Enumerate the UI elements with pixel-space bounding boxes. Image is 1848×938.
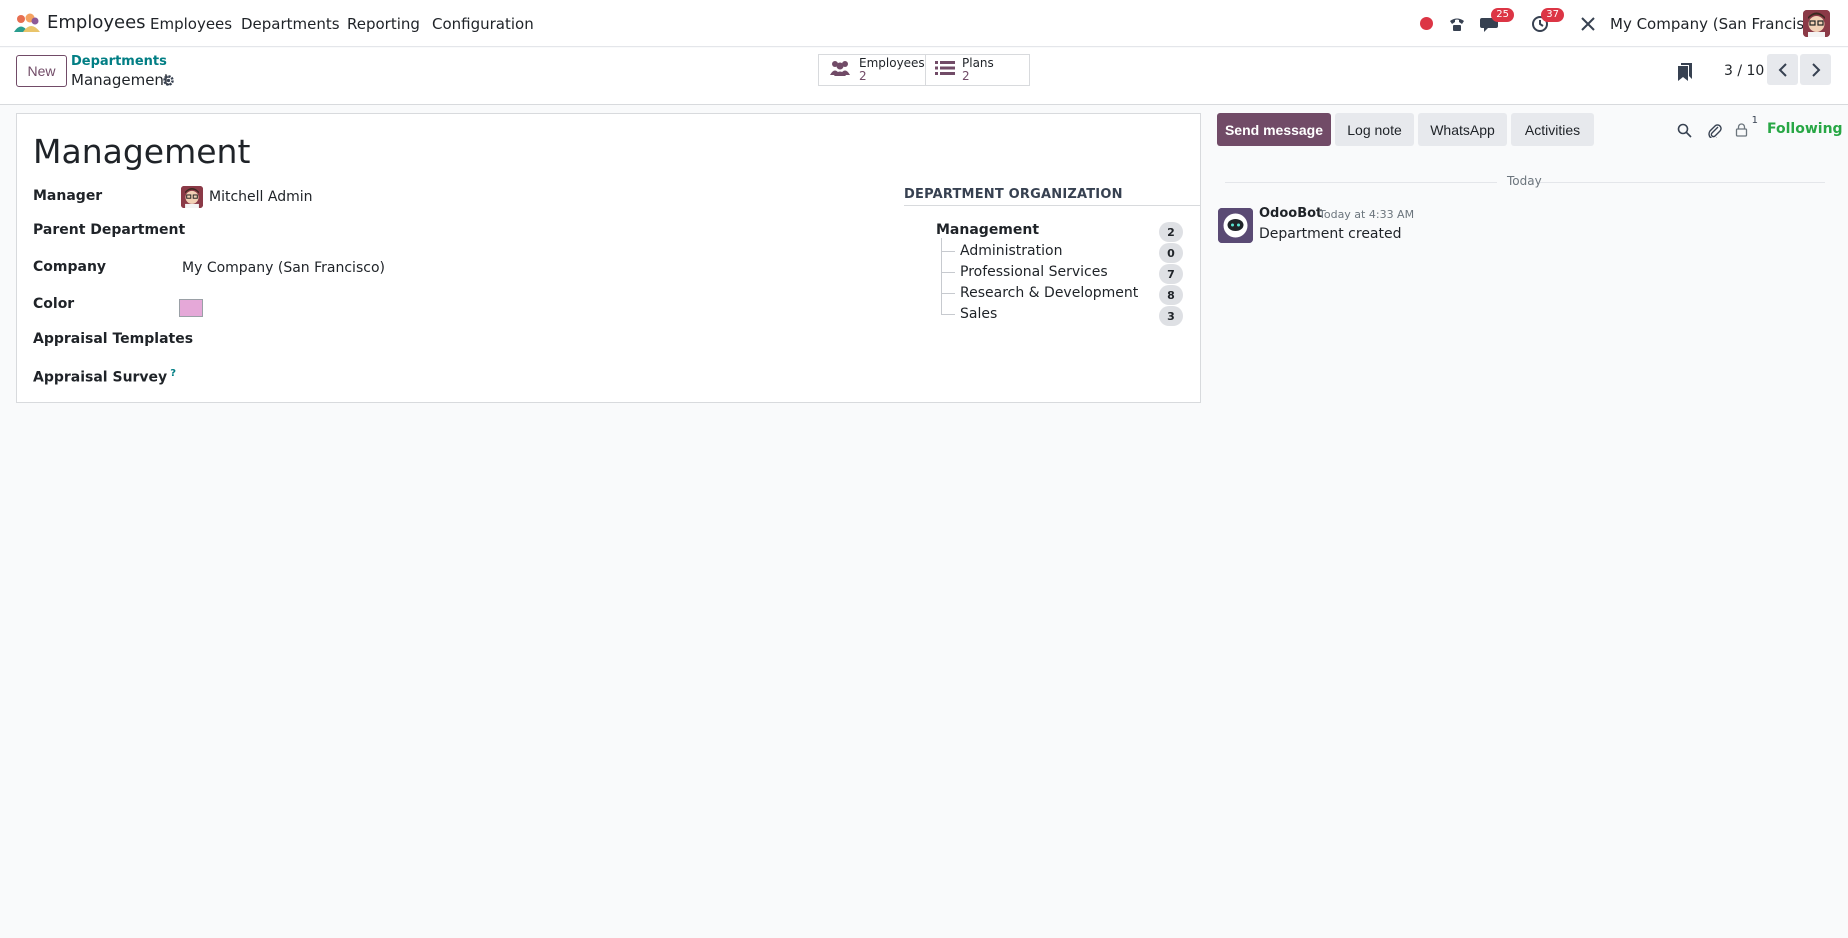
top-navbar: Employees Employees Departments Reportin… — [0, 0, 1848, 47]
org-child-count: 7 — [1159, 264, 1183, 284]
company-switcher[interactable]: My Company (San Francisco) — [1610, 15, 1827, 33]
bookmark-icon[interactable] — [1678, 63, 1692, 85]
recording-indicator[interactable] — [1420, 17, 1433, 30]
employees-smart-button[interactable]: Employees 2 — [818, 54, 926, 86]
date-separator-line — [1225, 182, 1497, 183]
pager-counter[interactable]: 3 / 10 — [1724, 63, 1764, 79]
date-separator: Today — [1507, 174, 1542, 188]
org-child-administration[interactable]: Administration — [960, 243, 1062, 259]
org-root-count: 2 — [1159, 222, 1183, 242]
appraisal-survey-label-text: Appraisal Survey — [33, 369, 168, 386]
search-icon[interactable] — [1673, 119, 1695, 141]
menu-reporting[interactable]: Reporting — [347, 15, 420, 33]
manager-label: Manager — [33, 188, 103, 204]
help-tooltip-icon[interactable]: ? — [170, 368, 176, 379]
message-author[interactable]: OdooBot — [1259, 206, 1322, 221]
org-child-count: 8 — [1159, 285, 1183, 305]
org-root-department[interactable]: Management — [936, 222, 1039, 238]
send-message-button[interactable]: Send message — [1217, 113, 1331, 146]
org-child-count: 3 — [1159, 306, 1183, 326]
phone-icon[interactable] — [1445, 12, 1469, 36]
org-child-research-development[interactable]: Research & Development — [960, 285, 1138, 301]
tree-connector — [941, 273, 955, 294]
paperclip-icon[interactable] — [1703, 119, 1725, 141]
app-logo-icon[interactable] — [13, 13, 41, 33]
followers-count: 1 — [1751, 115, 1758, 126]
appraisal-survey-label: Appraisal Survey? — [33, 368, 176, 386]
parent-department-field[interactable] — [182, 222, 582, 240]
org-child-sales[interactable]: Sales — [960, 306, 997, 322]
department-organization-heading: DEPARTMENT ORGANIZATION — [904, 187, 1123, 202]
new-button[interactable]: New — [16, 55, 67, 87]
users-icon — [829, 59, 851, 81]
whatsapp-button[interactable]: WhatsApp — [1418, 113, 1507, 146]
odoobot-avatar[interactable] — [1218, 208, 1253, 243]
tree-connector — [941, 294, 955, 315]
menu-departments[interactable]: Departments — [241, 15, 340, 33]
appraisal-templates-field[interactable] — [182, 331, 582, 349]
parent-department-label: Parent Department — [33, 222, 186, 238]
pager-previous-button[interactable] — [1767, 54, 1798, 85]
color-field[interactable] — [179, 299, 203, 317]
plans-smart-value: 2 — [962, 69, 970, 83]
activities-badge: 37 — [1541, 8, 1564, 22]
employees-smart-value: 2 — [859, 69, 867, 83]
manager-avatar — [181, 186, 203, 208]
following-button[interactable]: Following — [1767, 121, 1843, 137]
color-label: Color — [33, 296, 75, 312]
followers-icon[interactable]: 1 — [1730, 115, 1758, 141]
control-panel: New Departments Management Employees 2 P… — [0, 48, 1848, 105]
menu-configuration[interactable]: Configuration — [432, 15, 534, 33]
date-separator-line — [1540, 182, 1825, 183]
gear-icon[interactable] — [162, 73, 175, 91]
org-child-professional-services[interactable]: Professional Services — [960, 264, 1108, 280]
org-child-count: 0 — [1159, 243, 1183, 263]
message-body: Department created — [1259, 226, 1402, 242]
form-sheet: Management Manager Mitchell Admin Parent… — [16, 113, 1201, 403]
company-field[interactable]: My Company (San Francisco) — [182, 260, 385, 276]
department-name-field[interactable]: Management — [33, 132, 250, 171]
breadcrumb-parent[interactable]: Departments — [71, 54, 167, 69]
user-avatar[interactable] — [1803, 10, 1830, 37]
org-divider — [904, 205, 1200, 206]
plans-smart-button[interactable]: Plans 2 — [925, 54, 1030, 86]
activities-button[interactable]: Activities — [1511, 113, 1594, 146]
appraisal-survey-field[interactable] — [182, 368, 582, 386]
clock-icon[interactable]: 37 — [1528, 8, 1564, 36]
chat-icon[interactable]: 25 — [1478, 8, 1514, 36]
message-timestamp: Today at 4:33 AM — [1319, 208, 1415, 221]
company-label: Company — [33, 259, 107, 275]
tree-connector — [941, 252, 955, 273]
breadcrumb-current: Management — [71, 71, 170, 89]
manager-field[interactable]: Mitchell Admin — [209, 189, 313, 205]
pager-next-button[interactable] — [1800, 54, 1831, 85]
log-note-button[interactable]: Log note — [1335, 113, 1414, 146]
tree-connector — [941, 238, 955, 252]
list-icon — [935, 60, 955, 80]
messages-badge: 25 — [1491, 8, 1514, 22]
employees-smart-label: Employees — [859, 56, 925, 70]
tools-icon[interactable] — [1576, 12, 1600, 36]
menu-employees[interactable]: Employees — [150, 15, 232, 33]
app-name[interactable]: Employees — [47, 12, 146, 33]
appraisal-templates-label: Appraisal Templates — [33, 331, 194, 347]
